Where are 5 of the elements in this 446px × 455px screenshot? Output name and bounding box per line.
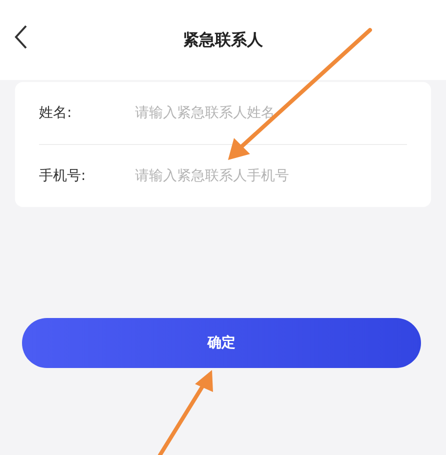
field-label: 手机号: xyxy=(39,167,87,185)
confirm-button[interactable]: 确定 xyxy=(22,318,421,368)
page-title: 紧急联系人 xyxy=(183,30,263,50)
field-label: 姓名: xyxy=(39,104,73,122)
input-field[interactable]: 请输入紧急联系人手机号 xyxy=(135,164,407,188)
